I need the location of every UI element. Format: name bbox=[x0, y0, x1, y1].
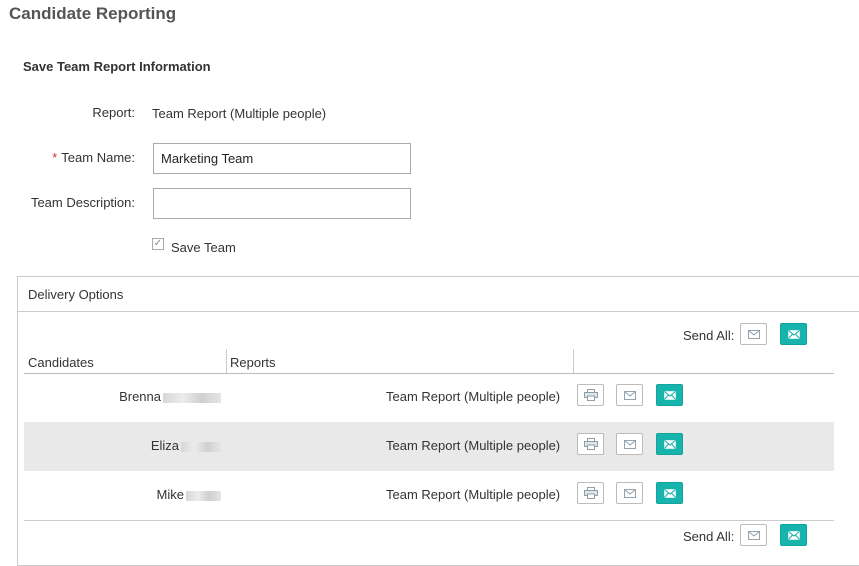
envelope-filled-icon bbox=[788, 330, 800, 339]
column-header-reports: Reports bbox=[230, 355, 276, 370]
delivery-options-header bbox=[17, 276, 859, 312]
send-all-email-button-top[interactable] bbox=[740, 323, 767, 345]
send-all-secure-email-button-bottom[interactable] bbox=[780, 524, 807, 546]
column-divider bbox=[573, 349, 574, 373]
envelope-filled-icon bbox=[664, 489, 676, 498]
section-title: Save Team Report Information bbox=[23, 59, 211, 74]
candidate-first-name: Mike bbox=[156, 487, 184, 502]
redacted-last-name bbox=[163, 392, 221, 403]
email-button[interactable] bbox=[616, 384, 643, 406]
save-team-label: Save Team bbox=[171, 240, 236, 255]
table-row-candidate: Eliza bbox=[151, 438, 221, 453]
envelope-filled-icon bbox=[664, 391, 676, 400]
report-value: Team Report (Multiple people) bbox=[152, 106, 327, 121]
print-button[interactable] bbox=[577, 433, 604, 455]
envelope-outline-icon bbox=[624, 489, 636, 498]
candidate-first-name: Brenna bbox=[119, 389, 161, 404]
column-header-candidates: Candidates bbox=[28, 355, 94, 370]
team-description-input[interactable] bbox=[153, 188, 411, 219]
redacted-last-name bbox=[181, 441, 221, 452]
printer-icon bbox=[584, 389, 598, 401]
secure-email-button[interactable] bbox=[656, 433, 683, 455]
secure-email-button[interactable] bbox=[656, 482, 683, 504]
envelope-outline-icon bbox=[624, 391, 636, 400]
table-footer-divider bbox=[24, 520, 834, 521]
printer-icon bbox=[584, 487, 598, 499]
team-name-label-group: * Team Name: bbox=[0, 150, 135, 165]
save-team-checkbox[interactable]: ✓ bbox=[152, 238, 164, 250]
table-row-report: Team Report (Multiple people) bbox=[386, 389, 561, 404]
send-all-label-top: Send All: bbox=[683, 328, 735, 343]
table-row-report: Team Report (Multiple people) bbox=[386, 438, 561, 453]
team-name-input[interactable] bbox=[153, 143, 411, 174]
report-label: Report: bbox=[92, 105, 135, 120]
email-button[interactable] bbox=[616, 433, 643, 455]
candidate-first-name: Eliza bbox=[150, 438, 179, 453]
print-button[interactable] bbox=[577, 384, 604, 406]
column-divider bbox=[226, 349, 227, 373]
secure-email-button[interactable] bbox=[656, 384, 683, 406]
printer-icon bbox=[584, 438, 598, 450]
page-title: Candidate Reporting bbox=[9, 4, 177, 23]
delivery-options-title: Delivery Options bbox=[28, 287, 124, 302]
table-row-candidate: Brenna bbox=[119, 389, 221, 404]
table-header-divider bbox=[24, 373, 834, 374]
send-all-secure-email-button-top[interactable] bbox=[780, 323, 807, 345]
envelope-filled-icon bbox=[664, 440, 676, 449]
team-name-label: Team Name: bbox=[61, 150, 135, 165]
envelope-outline-icon bbox=[748, 531, 760, 540]
envelope-outline-icon bbox=[624, 440, 636, 449]
envelope-filled-icon bbox=[788, 531, 800, 540]
team-description-label: Team Description: bbox=[30, 195, 135, 210]
envelope-outline-icon bbox=[748, 330, 760, 339]
send-all-email-button-bottom[interactable] bbox=[740, 524, 767, 546]
required-marker: * bbox=[52, 150, 58, 165]
redacted-last-name bbox=[186, 490, 221, 501]
delivery-options-panel bbox=[17, 276, 859, 566]
table-row-candidate: Mike bbox=[157, 487, 221, 502]
email-button[interactable] bbox=[616, 482, 643, 504]
table-row-report: Team Report (Multiple people) bbox=[386, 487, 561, 502]
send-all-label-bottom: Send All: bbox=[683, 529, 735, 544]
check-icon: ✓ bbox=[153, 238, 163, 249]
print-button[interactable] bbox=[577, 482, 604, 504]
